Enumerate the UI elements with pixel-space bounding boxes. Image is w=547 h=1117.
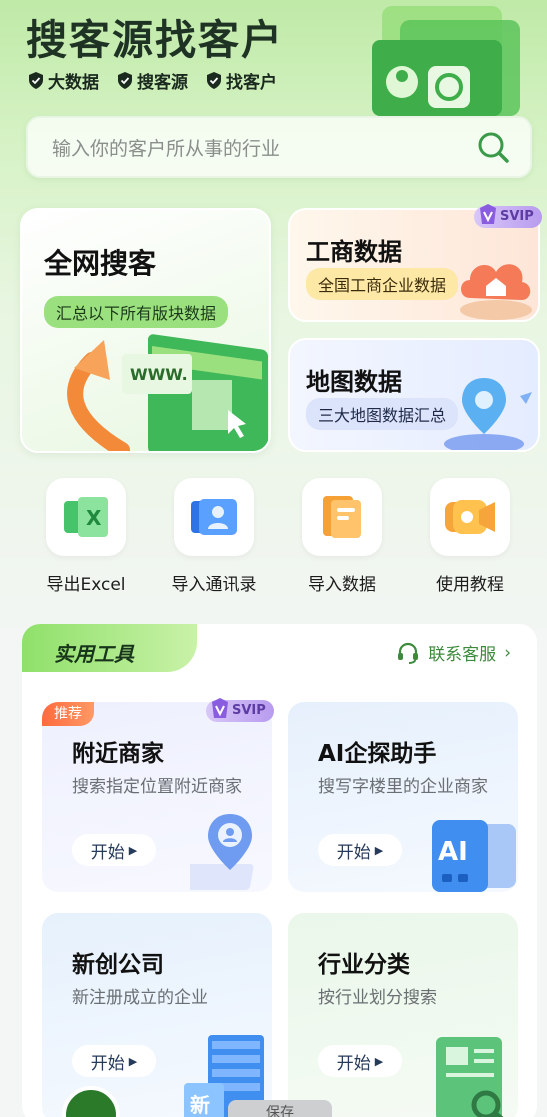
tag-label: 搜客源 (137, 73, 188, 93)
tag-search-source: 搜客源 (117, 68, 188, 93)
chevron-right-icon: › (504, 642, 511, 663)
tool-title: 附近商家 (72, 741, 164, 767)
excel-icon: X (64, 497, 108, 537)
tag-label: 找客户 (226, 73, 277, 93)
card-title: 工商数据 (306, 238, 402, 266)
import-data-icon (323, 496, 361, 538)
tool-card-industry-category[interactable]: 行业分类 按行业划分搜索 开始 ▶ (288, 913, 518, 1117)
import-contacts-button[interactable]: 导入通讯录 (154, 478, 274, 595)
tool-card-ai-assistant[interactable]: AI企探助手 搜写字楼里的企业商家 开始 ▶ AI (288, 702, 518, 892)
crown-icon (212, 698, 228, 718)
tools-title: 实用工具 (54, 642, 134, 666)
ai-chip-icon: AI (432, 820, 516, 892)
svip-badge: SVIP (206, 698, 274, 722)
search-input[interactable]: 输入你的客户所从事的行业 (52, 134, 476, 161)
tool-card-new-companies[interactable]: 新创公司 新注册成立的企业 开始 ▶ 新 (42, 913, 272, 1117)
contacts-icon (191, 499, 237, 535)
quick-action-label: 导入数据 (308, 575, 376, 595)
start-label: 开始 (90, 1053, 125, 1074)
tool-desc: 搜索指定位置附近商家 (72, 777, 242, 797)
tool-title: 新创公司 (72, 952, 164, 978)
svip-badge: SVIP (474, 204, 542, 228)
shield-check-icon (118, 72, 132, 89)
tool-desc: 新注册成立的企业 (72, 988, 208, 1008)
contact-service-label: 联系客服 (428, 645, 497, 665)
import-data-icon-wrap (302, 478, 382, 556)
tag-find-customers: 找客户 (206, 68, 277, 93)
feature-tags: 大数据 搜客源 找客户 (28, 68, 277, 93)
quick-action-label: 导入通讯录 (171, 575, 257, 595)
video-tutorial-icon (445, 500, 495, 534)
recommend-ribbon: 推荐 (42, 702, 94, 726)
start-button[interactable]: 开始 ▶ (318, 1045, 402, 1077)
folder-illustration (372, 6, 520, 116)
tag-big-data: 大数据 (28, 68, 99, 93)
tool-title: AI企探助手 (318, 741, 437, 767)
all-web-search-card[interactable]: 全网搜客 汇总以下所有版块数据 WWW. (20, 208, 271, 453)
crown-icon (480, 204, 496, 224)
tool-title: 行业分类 (318, 952, 410, 978)
new-badge-text: 新 (190, 1093, 210, 1117)
shield-check-icon (207, 72, 221, 89)
card-subtitle: 全国工商企业数据 (306, 268, 459, 300)
svg-text:WWW.: WWW. (130, 365, 188, 384)
tool-card-nearby-merchants[interactable]: 推荐 附近商家 搜索指定位置附近商家 开始 ▶ (42, 702, 272, 892)
tutorial-icon-wrap (430, 478, 510, 556)
browser-www-illustration: WWW. (67, 334, 268, 451)
play-arrow-icon: ▶ (128, 1054, 138, 1068)
tool-desc: 搜写字楼里的企业商家 (318, 777, 488, 797)
start-button[interactable]: 开始 ▶ (72, 1045, 156, 1077)
card-title: 地图数据 (306, 368, 402, 396)
tool-desc: 按行业划分搜索 (318, 988, 437, 1008)
import-data-button[interactable]: 导入数据 (282, 478, 402, 595)
card-subtitle: 三大地图数据汇总 (306, 398, 459, 430)
play-arrow-icon: ▶ (374, 843, 384, 857)
quick-action-label: 导出Excel (46, 575, 126, 595)
quick-action-label: 使用教程 (436, 575, 504, 595)
start-label: 开始 (336, 842, 371, 863)
shield-check-icon (29, 72, 43, 89)
start-label: 开始 (336, 1053, 371, 1074)
start-label: 开始 (90, 842, 125, 863)
export-excel-button[interactable]: X 导出Excel (26, 478, 146, 595)
svip-label: SVIP (500, 209, 534, 224)
play-arrow-icon: ▶ (128, 843, 138, 857)
start-button[interactable]: 开始 ▶ (318, 834, 402, 866)
svip-label: SVIP (232, 703, 266, 718)
page-title: 搜客源找客户 (26, 16, 284, 64)
tutorial-button[interactable]: 使用教程 (410, 478, 530, 595)
contact-service-link[interactable]: 联系客服 › (396, 640, 511, 665)
card-title: 全网搜客 (44, 247, 157, 280)
tag-label: 大数据 (48, 73, 99, 93)
bottom-tab-label: 保存 (266, 1105, 294, 1117)
svg-text:AI: AI (438, 837, 468, 867)
location-pin-icon (190, 814, 254, 890)
map-pin-icon (444, 378, 532, 450)
search-icon[interactable] (476, 130, 510, 164)
search-bar[interactable]: 输入你的客户所从事的行业 (26, 116, 532, 178)
svg-text:X: X (86, 506, 102, 530)
document-search-icon (436, 1037, 504, 1117)
cloud-house-icon (460, 264, 532, 320)
bottom-tab[interactable]: 保存 (228, 1100, 332, 1117)
map-data-card[interactable]: 地图数据 三大地图数据汇总 (288, 338, 540, 452)
contacts-icon-wrap (174, 478, 254, 556)
start-button[interactable]: 开始 ▶ (72, 834, 156, 866)
headset-icon (398, 642, 419, 664)
excel-icon-wrap: X (46, 478, 126, 556)
play-arrow-icon: ▶ (374, 1054, 384, 1068)
quick-actions: X 导出Excel 导入通讯录 导入数据 使用教程 (0, 478, 547, 598)
